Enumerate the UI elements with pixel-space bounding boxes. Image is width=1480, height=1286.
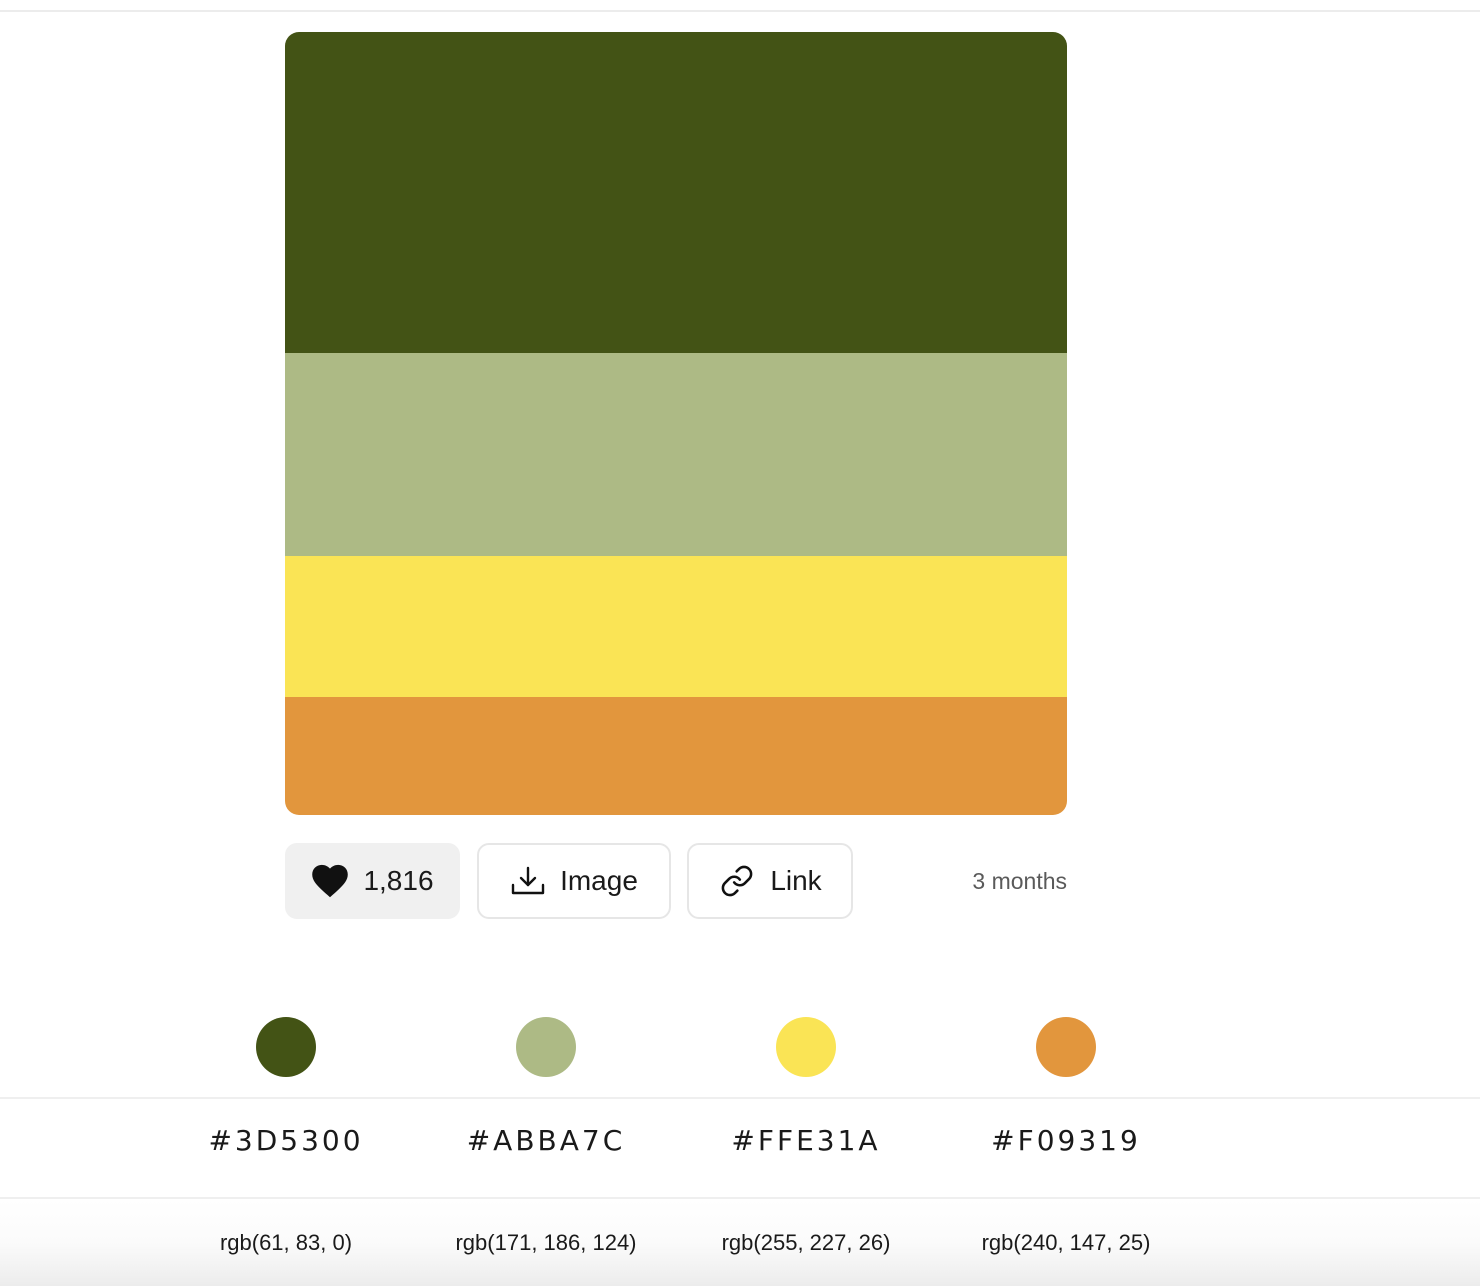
rgb-code-1[interactable]: rgb(61, 83, 0) xyxy=(156,1230,416,1256)
like-count: 1,816 xyxy=(363,865,434,896)
palette-swatch-4[interactable] xyxy=(285,697,1067,815)
palette-swatch-2[interactable] xyxy=(285,353,1067,556)
download-image-button[interactable]: Image xyxy=(477,843,671,919)
hex-code-1[interactable]: #3D5300 xyxy=(156,1124,416,1157)
hex-code-4[interactable]: #F09319 xyxy=(936,1124,1196,1157)
link-icon xyxy=(718,864,756,898)
color-dot-3[interactable] xyxy=(776,1017,836,1077)
color-dot-4[interactable] xyxy=(1036,1017,1096,1077)
divider xyxy=(0,1097,1480,1099)
rgb-code-3[interactable]: rgb(255, 227, 26) xyxy=(676,1230,936,1256)
rgb-code-2[interactable]: rgb(171, 186, 124) xyxy=(416,1230,676,1256)
palette-age: 3 months xyxy=(972,868,1067,894)
color-dot-2[interactable] xyxy=(516,1017,576,1077)
palette-actions: 1,816 Image Link 3 months xyxy=(285,843,1067,919)
rgb-code-4[interactable]: rgb(240, 147, 25) xyxy=(936,1230,1196,1256)
palette-preview xyxy=(285,32,1067,815)
top-divider xyxy=(0,10,1480,12)
download-image-label: Image xyxy=(560,865,638,896)
hex-code-3[interactable]: #FFE31A xyxy=(676,1124,936,1157)
download-icon xyxy=(510,865,546,897)
palette-swatch-1[interactable] xyxy=(285,32,1067,353)
heart-icon xyxy=(311,864,349,898)
hex-code-2[interactable]: #ABBA7C xyxy=(416,1124,676,1157)
copy-link-label: Link xyxy=(770,865,822,896)
palette-swatch-3[interactable] xyxy=(285,556,1067,697)
color-dot-1[interactable] xyxy=(256,1017,316,1077)
like-button[interactable]: 1,816 xyxy=(285,843,460,919)
copy-link-button[interactable]: Link xyxy=(687,843,853,919)
